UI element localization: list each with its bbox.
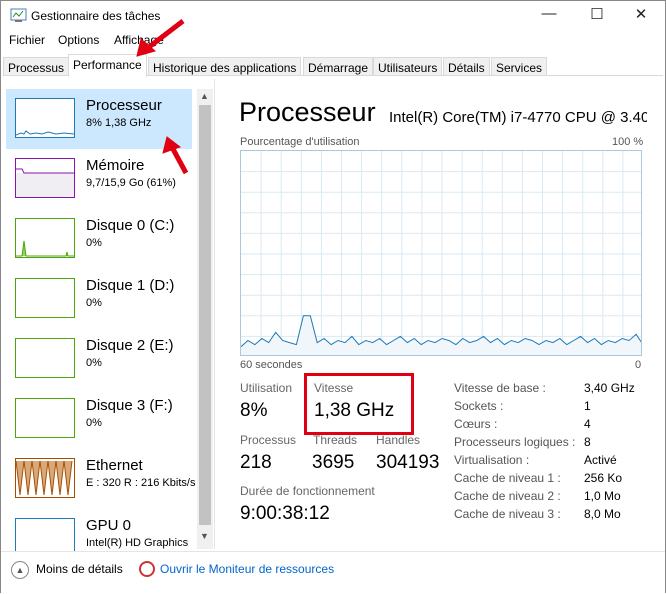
annotation-arrows	[136, 19, 189, 175]
red-arrow-tab	[136, 19, 185, 57]
red-arrow-item	[162, 136, 189, 175]
